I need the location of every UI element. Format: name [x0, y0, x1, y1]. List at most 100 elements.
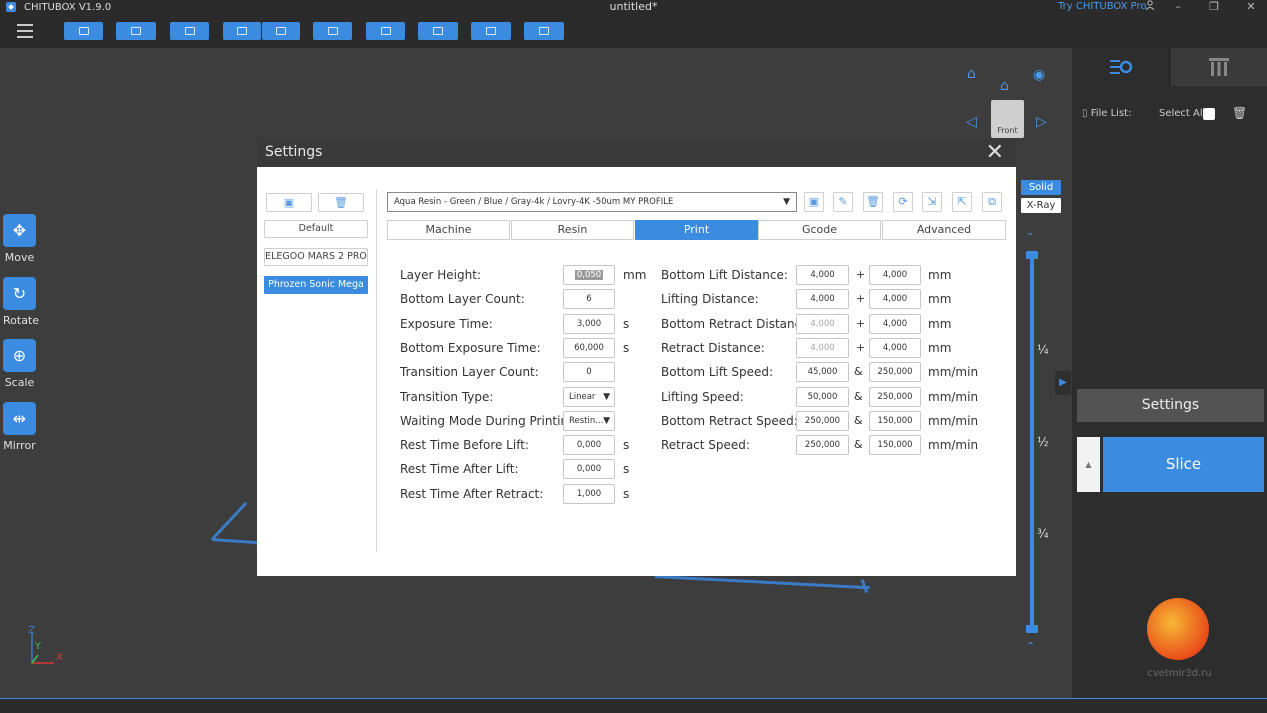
- trash-icon[interactable]: 🗑: [1232, 106, 1247, 120]
- param-input[interactable]: 250,000: [796, 435, 849, 456]
- tab-advanced[interactable]: Advanced: [882, 220, 1006, 240]
- eye-icon[interactable]: ◉: [1033, 67, 1045, 83]
- share-icon[interactable]: ⧉: [982, 192, 1002, 212]
- param-input[interactable]: 4,000: [869, 337, 921, 358]
- user-icon[interactable]: [1140, 0, 1160, 14]
- param-input[interactable]: 0,000: [563, 459, 615, 480]
- param-input[interactable]: 0: [563, 362, 615, 383]
- param-input[interactable]: 150,000: [869, 410, 921, 431]
- mirror-tool[interactable]: ⇹ Mirror: [3, 402, 36, 452]
- param-select[interactable]: Restin... ▼: [563, 410, 615, 431]
- resin-profile-select[interactable]: Aqua Resin - Green / Blue / Gray-4k / Lo…: [387, 192, 797, 212]
- tab-resin[interactable]: Resin: [511, 220, 634, 240]
- save-button[interactable]: [116, 22, 156, 40]
- param-input-value: 60,000: [574, 342, 604, 353]
- layer-slider[interactable]: [1030, 255, 1034, 630]
- settings-dialog: Settings ✕ ▣ 🗑 Default ELEGOO MARS 2 PRO P…: [257, 139, 1016, 576]
- param-select[interactable]: Linear ▼: [563, 386, 615, 407]
- tab-machine[interactable]: Machine: [387, 220, 510, 240]
- param-input[interactable]: 250,000: [869, 362, 921, 383]
- dialog-title: Settings: [265, 144, 323, 160]
- param-input[interactable]: 150,000: [869, 435, 921, 456]
- param-input[interactable]: 1,000: [563, 483, 615, 504]
- move-tool[interactable]: ✥ Move: [3, 214, 36, 264]
- param-input[interactable]: 250,000: [869, 386, 921, 407]
- top-view-icon[interactable]: ⌂: [1000, 78, 1009, 94]
- param-input[interactable]: 4,000: [796, 289, 849, 310]
- fit-view-button[interactable]: [170, 22, 209, 40]
- chevron-up-icon[interactable]: ⌃: [1026, 640, 1035, 653]
- param-input[interactable]: 4,000: [796, 337, 849, 358]
- scale-tool[interactable]: ⊕ Scale: [3, 339, 36, 389]
- supports-icon: [1209, 58, 1229, 76]
- param-input[interactable]: 4,000: [796, 313, 849, 334]
- view-cube[interactable]: Front: [991, 100, 1024, 138]
- hollow-button[interactable]: [418, 22, 458, 40]
- rotate-right-icon[interactable]: ▷: [1036, 114, 1047, 130]
- param-input[interactable]: 4,000: [869, 289, 921, 310]
- param-unit: mm: [623, 268, 647, 282]
- import-icon[interactable]: ⇲: [922, 192, 942, 212]
- delete-trash-icon[interactable]: 🗑: [863, 192, 883, 212]
- undo-button[interactable]: [223, 22, 261, 40]
- param-unit: s: [623, 316, 630, 331]
- param-input[interactable]: 0,050: [563, 265, 615, 285]
- tab-gcode[interactable]: Gcode: [758, 220, 881, 240]
- tab-print-settings[interactable]: [1072, 48, 1170, 86]
- xray-mode-button[interactable]: X-Ray: [1021, 198, 1061, 213]
- param-input[interactable]: 4,000: [796, 265, 849, 285]
- slice-options-button[interactable]: ▲: [1077, 437, 1100, 492]
- new-profile-button[interactable]: ▣: [266, 193, 312, 212]
- drill-button[interactable]: [471, 22, 511, 40]
- panel-toggle-button[interactable]: ▶: [1055, 371, 1071, 395]
- arrange-button[interactable]: [366, 22, 405, 40]
- layer-slider-top-handle[interactable]: [1026, 251, 1038, 259]
- delete-profile-button[interactable]: 🗑: [318, 193, 364, 212]
- try-pro-link[interactable]: Try CHITUBOX Pro: [1058, 0, 1147, 14]
- cut-button[interactable]: [524, 22, 564, 40]
- edit-pencil-icon[interactable]: ✎: [833, 192, 853, 212]
- redo-icon: [276, 27, 286, 35]
- window-close-icon[interactable]: ✕: [1241, 0, 1261, 14]
- tab-print[interactable]: Print: [635, 220, 758, 240]
- home-view-icon[interactable]: ⌂: [967, 66, 976, 82]
- param-input[interactable]: 250,000: [796, 410, 849, 431]
- restore-icon[interactable]: ❐: [1204, 0, 1224, 14]
- param-input[interactable]: 6: [563, 289, 615, 310]
- minimize-icon[interactable]: –: [1168, 0, 1188, 14]
- chevron-down-icon[interactable]: ⌄: [1026, 227, 1034, 238]
- menu-icon[interactable]: [17, 24, 33, 38]
- redo-button[interactable]: [262, 22, 300, 40]
- layer-slider-bottom-handle[interactable]: [1026, 625, 1038, 633]
- refresh-icon[interactable]: ⟳: [893, 192, 913, 212]
- tab-supports[interactable]: [1171, 48, 1267, 86]
- select-all-checkbox[interactable]: [1203, 108, 1215, 120]
- param-input[interactable]: 60,000: [563, 337, 615, 358]
- param-input[interactable]: 0,000: [563, 435, 615, 456]
- param-input[interactable]: 45,000: [796, 362, 849, 383]
- profile-item[interactable]: Default: [264, 220, 368, 238]
- param-label: Bottom Lift Speed:: [661, 365, 774, 380]
- param-unit: mm/min: [928, 413, 979, 428]
- open-file-button[interactable]: [64, 22, 103, 40]
- build-plate-edge: [211, 538, 260, 545]
- param-label: Lifting Speed:: [661, 389, 744, 404]
- param-input[interactable]: 4,000: [869, 313, 921, 334]
- param-input[interactable]: 4,000: [869, 265, 921, 285]
- rotate-tool[interactable]: ↻ Rotate: [3, 277, 39, 327]
- slice-button[interactable]: Slice: [1103, 437, 1264, 492]
- solid-mode-button[interactable]: Solid: [1021, 180, 1061, 195]
- settings-button[interactable]: Settings: [1077, 389, 1264, 422]
- export-icon[interactable]: ⇱: [952, 192, 972, 212]
- param-input[interactable]: 50,000: [796, 386, 849, 407]
- copy-icon: [327, 27, 338, 35]
- param-input-value: 0: [586, 367, 592, 378]
- rotate-left-icon[interactable]: ◁: [966, 114, 977, 130]
- profile-item[interactable]: ELEGOO MARS 2 PRO: [264, 248, 368, 266]
- dialog-close-icon[interactable]: ✕: [986, 141, 1004, 165]
- profile-item[interactable]: Phrozen Sonic Mega 8K: [264, 276, 368, 306]
- param-input[interactable]: 3,000: [563, 313, 615, 334]
- copy-button[interactable]: [313, 22, 352, 40]
- new-resin-profile-icon[interactable]: ▣: [804, 192, 824, 212]
- folder-icon: [78, 27, 89, 35]
